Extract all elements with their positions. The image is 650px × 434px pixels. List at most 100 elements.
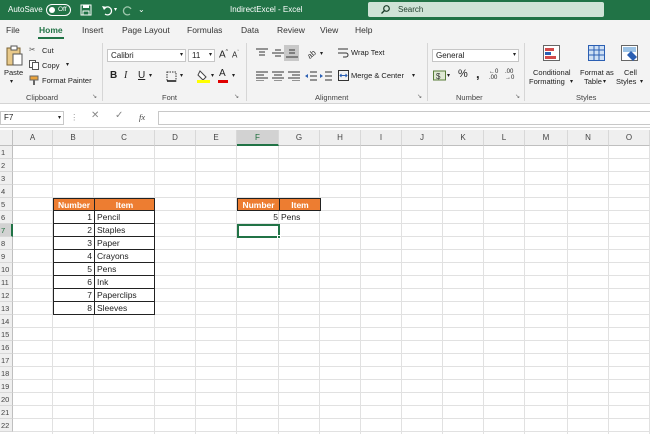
autosave-toggle[interactable]: Off	[46, 4, 71, 16]
row-header-4[interactable]: 4	[0, 185, 13, 198]
lookup-number-cell[interactable]: 5	[237, 211, 280, 224]
search-box[interactable]: Search	[368, 2, 604, 17]
decrease-indent-icon[interactable]	[305, 71, 317, 81]
paste-button[interactable]: Paste	[4, 68, 23, 77]
fill-handle[interactable]	[277, 235, 281, 239]
save-icon[interactable]	[80, 4, 92, 16]
number-format-select[interactable]: General ▾	[432, 49, 519, 62]
cell-styles-line1[interactable]: Cell	[624, 68, 637, 77]
row-header-2[interactable]: 2	[0, 159, 13, 172]
column-header-k[interactable]: K	[443, 130, 484, 146]
row-header-11[interactable]: 11	[0, 276, 13, 289]
name-box[interactable]: F7 ▾	[0, 111, 64, 125]
font-launcher-icon[interactable]: ↘	[234, 93, 239, 100]
undo-icon[interactable]	[101, 4, 113, 16]
table1-item-cell[interactable]: Paper	[94, 237, 155, 250]
merge-dropdown-icon[interactable]: ▾	[412, 72, 415, 79]
row-header-21[interactable]: 21	[0, 406, 13, 419]
format-painter-icon[interactable]	[29, 75, 40, 86]
table1-item-cell[interactable]: Pencil	[94, 211, 155, 224]
undo-dropdown-icon[interactable]: ▾	[114, 3, 117, 17]
customize-toolbar-icon[interactable]: ⌄	[138, 3, 145, 17]
format-painter-button[interactable]: Format Painter	[42, 76, 92, 85]
font-name-select[interactable]: Calibri ▾	[107, 49, 186, 62]
conditional-formatting-line2[interactable]: Formatting	[529, 77, 565, 86]
merge-center-icon[interactable]	[338, 70, 349, 81]
select-all-corner[interactable]	[0, 130, 13, 146]
row-header-19[interactable]: 19	[0, 380, 13, 393]
wrap-text-icon[interactable]	[338, 48, 349, 58]
align-left-icon[interactable]	[256, 71, 268, 81]
copy-dropdown-icon[interactable]: ▾	[66, 61, 69, 68]
cancel-icon[interactable]: ✕	[91, 110, 99, 121]
column-header-d[interactable]: D	[155, 130, 196, 146]
copy-icon[interactable]	[29, 60, 39, 70]
column-header-e[interactable]: E	[196, 130, 237, 146]
table1-header-item[interactable]: Item	[94, 198, 155, 211]
insert-function-icon[interactable]: fx	[139, 112, 145, 122]
cut-icon[interactable]: ✂	[29, 45, 35, 54]
underline-dropdown-icon[interactable]: ▾	[149, 72, 152, 79]
column-header-m[interactable]: M	[525, 130, 568, 146]
accounting-dropdown-icon[interactable]: ▾	[447, 72, 450, 79]
orientation-dropdown-icon[interactable]: ▾	[320, 50, 323, 57]
borders-icon[interactable]	[166, 71, 177, 82]
row-header-13[interactable]: 13	[0, 302, 13, 315]
conditional-formatting-icon[interactable]	[543, 45, 561, 62]
table1-number-cell[interactable]: 5	[53, 263, 95, 276]
enter-icon[interactable]: ✓	[115, 110, 123, 121]
row-header-15[interactable]: 15	[0, 328, 13, 341]
row-header-12[interactable]: 12	[0, 289, 13, 302]
tab-formulas[interactable]: Formulas	[187, 25, 222, 35]
column-header-a[interactable]: A	[13, 130, 53, 146]
table1-item-cell[interactable]: Crayons	[94, 250, 155, 263]
row-header-1[interactable]: 1	[0, 146, 13, 159]
table2-header-number[interactable]: Number	[237, 198, 280, 211]
table1-number-cell[interactable]: 1	[53, 211, 95, 224]
increase-font-icon[interactable]: A^	[219, 49, 228, 60]
tab-file[interactable]: File	[6, 25, 20, 35]
align-center-icon[interactable]	[272, 71, 284, 81]
align-top-icon[interactable]	[256, 48, 268, 58]
lookup-result-cell[interactable]: Pens	[279, 211, 321, 224]
redo-icon[interactable]	[122, 4, 134, 16]
tab-view[interactable]: View	[320, 25, 338, 35]
formula-input[interactable]	[158, 111, 650, 125]
row-header-7[interactable]: 7	[0, 224, 13, 237]
row-header-6[interactable]: 6	[0, 211, 13, 224]
row-header-16[interactable]: 16	[0, 341, 13, 354]
format-table-dropdown-icon[interactable]: ▾	[603, 78, 606, 85]
conditional-formatting-line1[interactable]: Conditional	[533, 68, 571, 77]
fill-color-dropdown-icon[interactable]: ▾	[211, 72, 214, 79]
decrease-font-icon[interactable]: Aˇ	[232, 50, 239, 60]
row-header-20[interactable]: 20	[0, 393, 13, 406]
row-header-18[interactable]: 18	[0, 367, 13, 380]
row-header-5[interactable]: 5	[0, 198, 13, 211]
column-header-i[interactable]: I	[361, 130, 402, 146]
cut-button[interactable]: Cut	[42, 46, 54, 55]
format-as-table-line2[interactable]: Table	[584, 77, 602, 86]
increase-decimal-icon[interactable]: ←0.00	[489, 69, 498, 81]
row-header-14[interactable]: 14	[0, 315, 13, 328]
font-color-icon[interactable]: A	[219, 68, 226, 79]
copy-button[interactable]: Copy	[42, 61, 60, 70]
align-bottom-icon[interactable]	[286, 48, 298, 58]
percent-icon[interactable]: %	[458, 68, 468, 80]
alignment-launcher-icon[interactable]: ↘	[417, 93, 422, 100]
table1-header-number[interactable]: Number	[53, 198, 95, 211]
tab-review[interactable]: Review	[277, 25, 305, 35]
row-header-17[interactable]: 17	[0, 354, 13, 367]
table2-header-item[interactable]: Item	[279, 198, 321, 211]
underline-icon[interactable]: U	[138, 70, 145, 81]
paste-icon[interactable]	[5, 45, 23, 67]
row-header-8[interactable]: 8	[0, 237, 13, 250]
align-middle-icon[interactable]	[272, 48, 284, 58]
cell-styles-dropdown-icon[interactable]: ▾	[640, 78, 643, 85]
italic-icon[interactable]: I	[124, 70, 127, 81]
row-header-3[interactable]: 3	[0, 172, 13, 185]
decrease-decimal-icon[interactable]: .00 →0	[505, 69, 514, 81]
column-header-b[interactable]: B	[53, 130, 94, 146]
wrap-text-button[interactable]: Wrap Text	[351, 48, 385, 57]
merge-center-button[interactable]: Merge & Center	[351, 71, 404, 80]
table1-number-cell[interactable]: 4	[53, 250, 95, 263]
